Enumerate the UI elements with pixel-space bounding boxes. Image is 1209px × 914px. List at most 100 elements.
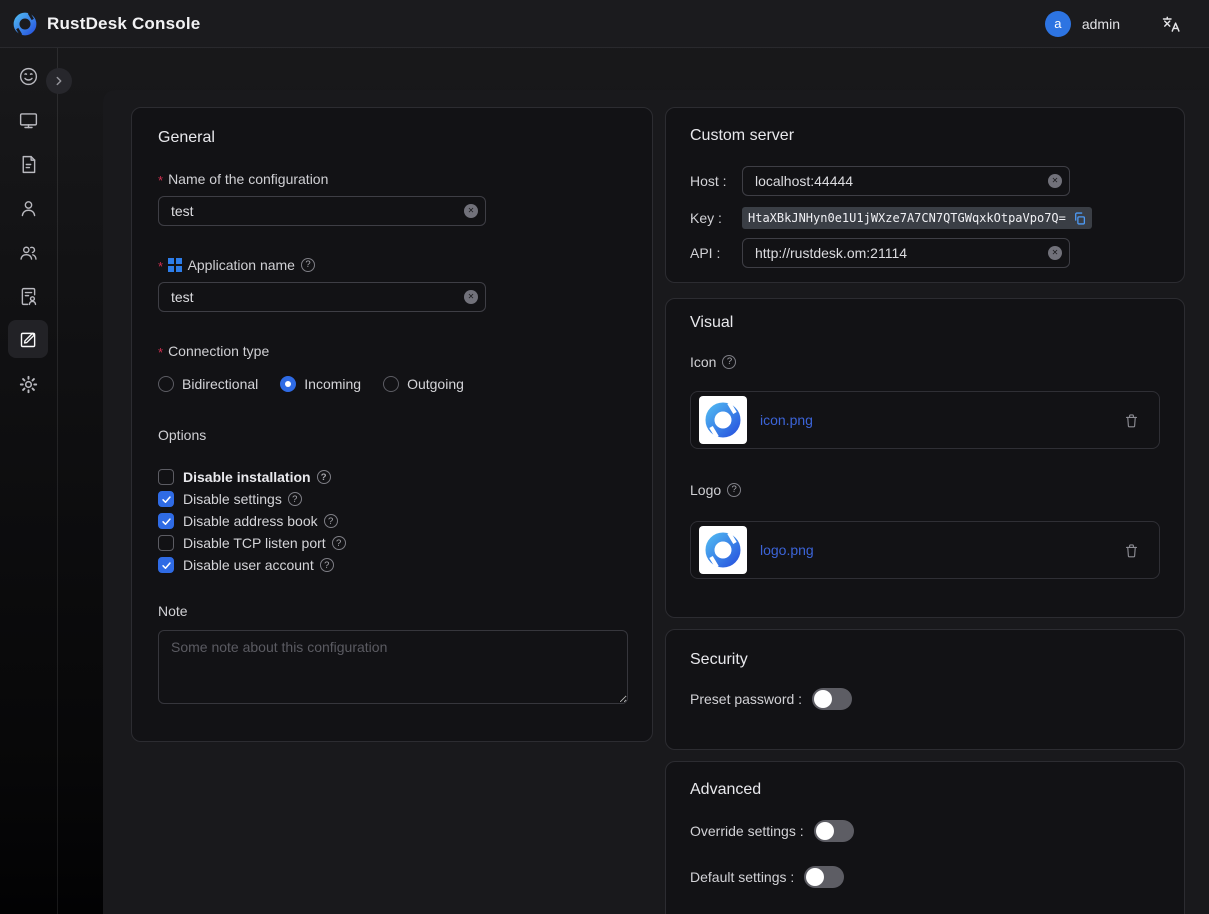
radio-icon xyxy=(158,376,174,392)
logo-thumbnail xyxy=(699,526,747,574)
user-name[interactable]: admin xyxy=(1082,16,1120,32)
trash-icon[interactable] xyxy=(1124,413,1139,428)
icon-file-link[interactable]: icon.png xyxy=(760,412,813,428)
help-icon[interactable]: ? xyxy=(722,355,736,369)
host-input[interactable] xyxy=(742,166,1070,196)
clear-icon[interactable]: ✕ xyxy=(464,290,478,304)
sidebar-item-edit[interactable] xyxy=(8,320,48,358)
icon-thumbnail xyxy=(699,396,747,444)
connection-type-group: Bidirectional Incoming Outgoing xyxy=(158,374,626,394)
preset-password-toggle[interactable] xyxy=(812,688,852,710)
sidebar-item-user-group[interactable] xyxy=(8,233,48,271)
main-content: General * Name of the configuration ✕ * … xyxy=(103,90,1209,914)
sidebar-item-settings[interactable] xyxy=(8,365,48,403)
monitor-icon xyxy=(18,110,39,131)
required-asterisk: * xyxy=(158,258,163,276)
sidebar-expand-button[interactable] xyxy=(46,68,72,94)
app-title: RustDesk Console xyxy=(47,14,200,34)
clear-icon[interactable]: ✕ xyxy=(1048,246,1062,260)
preset-password-label: Preset password : xyxy=(690,691,802,707)
checkbox-unchecked-icon[interactable] xyxy=(158,469,174,485)
sidebar-item-smiley[interactable] xyxy=(8,57,48,95)
general-card: General * Name of the configuration ✕ * … xyxy=(131,107,653,742)
document-icon xyxy=(18,154,39,175)
help-icon[interactable]: ? xyxy=(288,492,302,506)
application-name-input[interactable] xyxy=(158,282,486,312)
clear-icon[interactable]: ✕ xyxy=(1048,174,1062,188)
host-row: Host : ✕ xyxy=(690,166,1160,196)
brand: RustDesk Console xyxy=(12,11,200,37)
icon-label: Icon ? xyxy=(690,353,1160,371)
help-icon[interactable]: ? xyxy=(301,258,315,272)
api-row: API : ✕ xyxy=(690,238,1160,268)
user-icon xyxy=(18,198,39,219)
sidebar-item-monitor[interactable] xyxy=(8,101,48,139)
icon-upload-box: icon.png xyxy=(690,391,1160,449)
help-icon[interactable]: ? xyxy=(320,558,334,572)
rustdesk-logo-icon xyxy=(12,11,38,37)
visual-title: Visual xyxy=(690,313,1160,333)
sidebar-item-document-user[interactable] xyxy=(8,277,48,315)
option-disable-installation[interactable]: Disable installation ? xyxy=(158,466,626,488)
config-name-label: * Name of the configuration xyxy=(158,170,626,188)
application-name-label: * Application name ? xyxy=(158,256,626,274)
api-label: API : xyxy=(690,245,742,261)
server-key-value: HtaXBkJNHyn0e1U1jWXze7A7CN7QTGWqxkOtpaVp… xyxy=(742,207,1092,229)
security-title: Security xyxy=(690,650,1160,670)
option-disable-settings[interactable]: Disable settings ? xyxy=(158,488,626,510)
note-label: Note xyxy=(158,602,626,620)
sidebar-item-user[interactable] xyxy=(8,189,48,227)
radio-bidirectional[interactable]: Bidirectional xyxy=(158,376,258,392)
key-label: Key : xyxy=(690,210,742,226)
override-settings-label: Override settings : xyxy=(690,823,804,839)
option-disable-address-book[interactable]: Disable address book ? xyxy=(158,510,626,532)
sidebar-item-document[interactable] xyxy=(8,145,48,183)
help-icon[interactable]: ? xyxy=(324,514,338,528)
help-icon[interactable]: ? xyxy=(317,470,331,484)
sidebar xyxy=(0,48,58,914)
note-textarea[interactable] xyxy=(158,630,628,704)
override-settings-row: Override settings : xyxy=(690,816,1160,846)
default-settings-toggle[interactable] xyxy=(804,866,844,888)
host-label: Host : xyxy=(690,173,742,189)
api-input[interactable] xyxy=(742,238,1070,268)
checkbox-checked-icon[interactable] xyxy=(158,491,174,507)
option-disable-user-account[interactable]: Disable user account ? xyxy=(158,554,626,576)
smiley-icon xyxy=(18,66,39,87)
help-icon[interactable]: ? xyxy=(727,483,741,497)
trash-icon[interactable] xyxy=(1124,543,1139,558)
options-list: Disable installation ? Disable settings … xyxy=(158,466,626,576)
advanced-card: Advanced Override settings : Default set… xyxy=(665,761,1185,914)
checkbox-checked-icon[interactable] xyxy=(158,557,174,573)
checkbox-unchecked-icon[interactable] xyxy=(158,535,174,551)
option-disable-tcp-listen-port[interactable]: Disable TCP listen port ? xyxy=(158,532,626,554)
user-group-icon xyxy=(18,242,39,263)
custom-server-title: Custom server xyxy=(690,126,1160,146)
copy-icon[interactable] xyxy=(1073,212,1086,225)
advanced-title: Advanced xyxy=(690,780,1160,800)
config-name-input[interactable] xyxy=(158,196,486,226)
visual-card: Visual Icon ? icon.png xyxy=(665,298,1185,618)
connection-type-label: * Connection type xyxy=(158,342,626,360)
preset-password-row: Preset password : xyxy=(690,684,1160,714)
default-settings-row: Default settings : xyxy=(690,862,1160,892)
help-icon[interactable]: ? xyxy=(332,536,346,550)
translate-icon[interactable] xyxy=(1161,14,1181,34)
logo-upload-box: logo.png xyxy=(690,521,1160,579)
radio-outgoing[interactable]: Outgoing xyxy=(383,376,464,392)
required-asterisk: * xyxy=(158,344,163,362)
app-header: RustDesk Console a admin xyxy=(0,0,1209,48)
override-settings-toggle[interactable] xyxy=(814,820,854,842)
clear-icon[interactable]: ✕ xyxy=(464,204,478,218)
options-label: Options xyxy=(158,426,626,444)
radio-incoming[interactable]: Incoming xyxy=(280,376,361,392)
document-user-icon xyxy=(18,286,39,307)
avatar[interactable]: a xyxy=(1045,11,1071,37)
radio-selected-icon xyxy=(280,376,296,392)
gear-icon xyxy=(18,374,39,395)
checkbox-checked-icon[interactable] xyxy=(158,513,174,529)
edit-icon xyxy=(18,329,39,350)
key-row: Key : HtaXBkJNHyn0e1U1jWXze7A7CN7QTGWqxk… xyxy=(690,207,1160,229)
logo-file-link[interactable]: logo.png xyxy=(760,542,814,558)
windows-icon xyxy=(168,258,182,272)
